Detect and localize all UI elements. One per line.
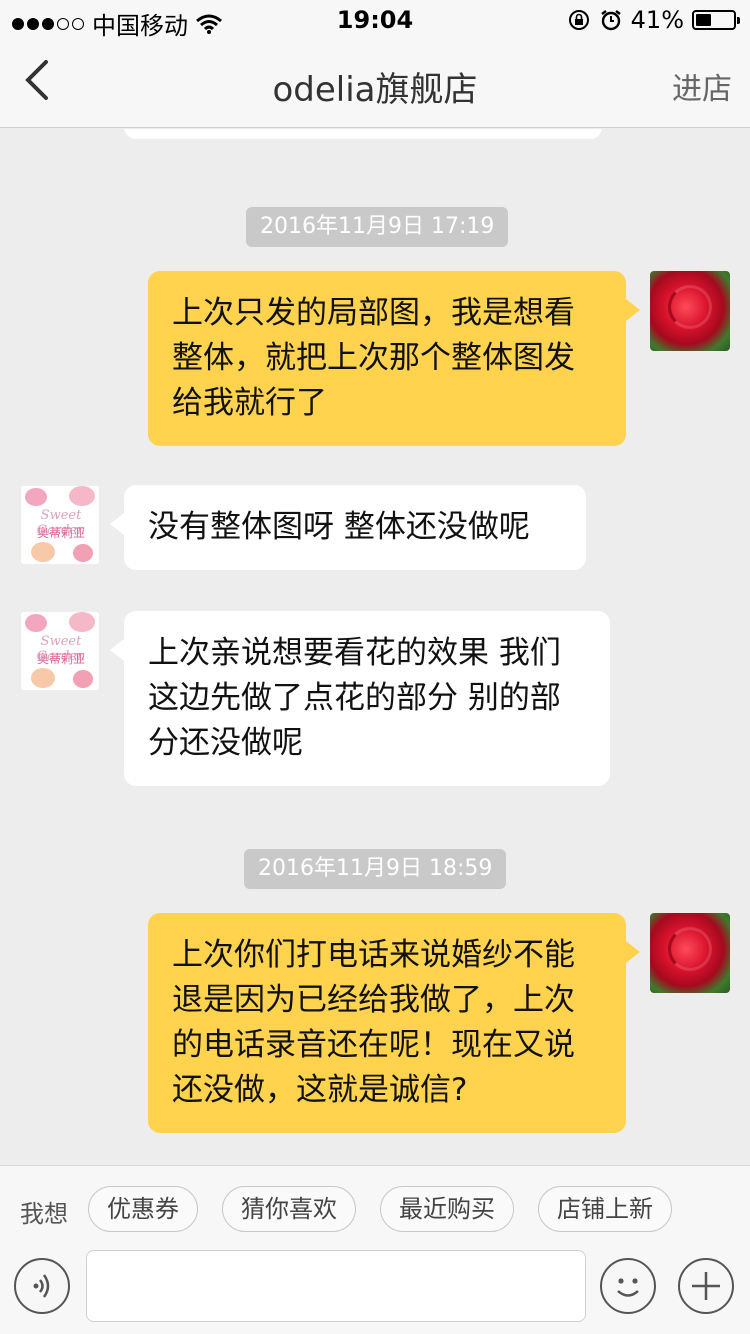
- nav-bar: odelia旗舰店 进店: [0, 40, 750, 128]
- input-row: [0, 1250, 750, 1322]
- emoji-button[interactable]: [600, 1258, 656, 1314]
- quick-reply-bar: 我想 优惠券 猜你喜欢 最近购买 店铺上新: [0, 1186, 750, 1234]
- chat-scroll-area[interactable]: 2016年11月9日 17:19 上次只发的局部图，我是想看整体，就把上次那个整…: [0, 129, 750, 1165]
- my-message-bubble[interactable]: 上次只发的局部图，我是想看整体，就把上次那个整体图发给我就行了: [148, 271, 640, 446]
- chip-coupon[interactable]: 优惠券: [88, 1186, 198, 1232]
- my-avatar[interactable]: [650, 913, 730, 993]
- shop-avatar[interactable]: Sweet Garden 奥蒂莉亚: [20, 611, 100, 691]
- bottom-panel: 我想 优惠券 猜你喜欢 最近购买 店铺上新: [0, 1165, 750, 1334]
- timestamp: 2016年11月9日 17:19: [246, 207, 509, 247]
- chip-guess-you-like[interactable]: 猜你喜欢: [222, 1186, 356, 1232]
- alarm-icon: [600, 10, 621, 31]
- status-bar: 中国移动 19:04 41%: [0, 0, 750, 40]
- voice-icon: [33, 1274, 50, 1298]
- chip-shop-new[interactable]: 店铺上新: [538, 1186, 672, 1232]
- battery-icon: [692, 10, 740, 30]
- timestamp: 2016年11月9日 18:59: [244, 849, 507, 889]
- orientation-lock-icon: [568, 10, 589, 30]
- my-message-bubble[interactable]: 上次你们打电话来说婚纱不能退是因为已经给我做了，上次的电话录音还在呢！现在又说还…: [148, 913, 640, 1133]
- battery-percent: 41%: [630, 6, 684, 34]
- shop-message-bubble[interactable]: 上次亲说想要看花的效果 我们这边先做了点花的部分 别的部分还没做呢: [110, 611, 610, 786]
- previous-message-edge: [124, 129, 602, 139]
- plus-icon: [692, 1272, 720, 1300]
- message-input[interactable]: [86, 1250, 586, 1322]
- shop-avatar-name: 奥蒂莉亚: [36, 526, 85, 540]
- emoji-icon: [617, 1278, 639, 1297]
- status-right-group: 41%: [567, 6, 740, 34]
- enter-shop-button[interactable]: 进店: [672, 64, 732, 108]
- shop-avatar-name: 奥蒂莉亚: [36, 652, 85, 666]
- quick-reply-label: 我想: [20, 1200, 68, 1228]
- shop-avatar[interactable]: Sweet Garden 奥蒂莉亚: [20, 485, 100, 565]
- my-avatar[interactable]: [650, 271, 730, 351]
- more-button[interactable]: [678, 1258, 734, 1314]
- voice-button[interactable]: [14, 1258, 70, 1314]
- chip-recent-purchase[interactable]: 最近购买: [380, 1186, 514, 1232]
- shop-message-bubble[interactable]: 没有整体图呀 整体还没做呢: [110, 485, 586, 570]
- page-title: odelia旗舰店: [272, 70, 478, 110]
